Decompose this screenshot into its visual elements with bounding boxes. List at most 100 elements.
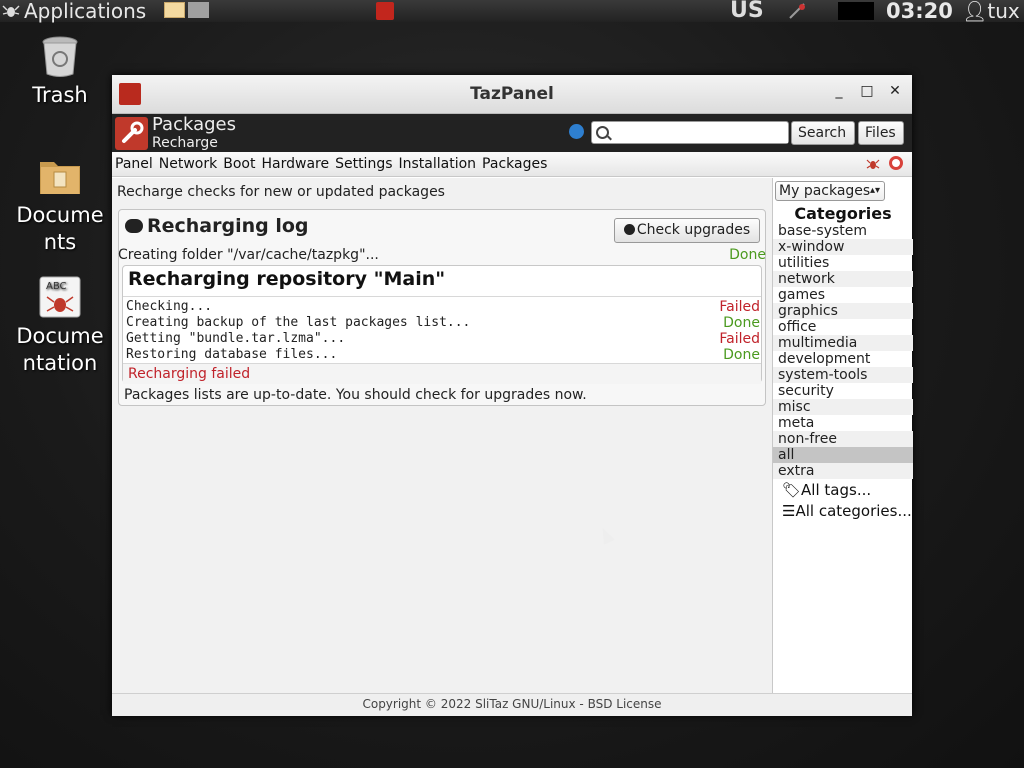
step-text: Checking... [126,299,213,314]
window-titlebar[interactable]: TazPanel _ □ ✕ [112,75,912,114]
documentation-label: Documentation [16,324,104,375]
chevron-updown-icon: ▴▾ [869,185,880,196]
recharging-log: Recharging log Check upgrades Creating f… [118,209,766,406]
spider-icon[interactable] [866,157,880,171]
categories-sidebar: My packages ▴▾ Categories base-system x-… [772,178,913,693]
step-status: Done [723,315,760,331]
package-filter-select[interactable]: My packages ▴▾ [775,181,885,201]
step-row: Getting "bundle.tar.lzma"... Failed [126,331,760,347]
repository-title: Recharging repository "Main" [128,268,446,290]
step-status: Failed [719,331,760,347]
spider-icon [2,5,20,17]
desktop-trash[interactable]: Trash [10,34,110,109]
wrench-icon [115,117,148,150]
category-item-selected[interactable]: all [773,447,913,463]
category-item[interactable]: misc [773,399,913,415]
category-item[interactable]: extra [773,463,913,479]
category-item[interactable]: non-free [773,431,913,447]
desktop-documents[interactable]: Documents [10,154,110,256]
trash-icon [38,34,82,78]
step-status: Failed [719,299,760,315]
category-item[interactable]: development [773,351,913,367]
menu-boot[interactable]: Boot [223,156,255,172]
desktop-documentation[interactable]: ABC Documentation [10,275,110,377]
network-icon[interactable] [788,2,808,20]
menu-network[interactable]: Network [159,156,217,172]
main-content: Recharge checks for new or updated packa… [112,178,772,693]
menu-bar: Panel Network Boot Hardware Settings Installa… [112,152,912,177]
category-item[interactable]: games [773,287,913,303]
search-button[interactable]: Search [791,121,855,145]
applications-menu[interactable]: Applications [2,0,146,22]
help-icon[interactable] [889,156,903,170]
applications-label: Applications [24,0,147,23]
category-item[interactable]: utilities [773,255,913,271]
keyboard-layout[interactable]: US [730,0,764,22]
category-item[interactable]: security [773,383,913,399]
category-list: base-system x-window utilities network g… [773,223,913,479]
search-input[interactable] [612,124,788,143]
all-tags-link[interactable]: 🏷︎All tags... [782,481,871,499]
clock[interactable]: 03:20 [886,0,953,22]
tazpanel-task-icon[interactable] [376,2,394,20]
files-button[interactable]: Files [858,121,904,145]
window-title: TazPanel [470,84,554,104]
close-button[interactable]: ✕ [888,83,902,99]
category-item[interactable]: meta [773,415,913,431]
header-title: Packages [152,114,236,135]
creating-folder-text: Creating folder "/var/cache/tazpkg"... [118,247,379,263]
user-indicator[interactable]: 👤︎tux [962,0,1020,22]
folder-icon [38,154,82,198]
menu-hardware[interactable]: Hardware [261,156,329,172]
user-icon: 👤︎ [962,0,988,23]
creating-folder-status: Done [729,247,766,263]
step-row: Checking... Failed [126,299,760,315]
list-icon: ☰ [782,502,796,520]
category-item[interactable]: x-window [773,239,913,255]
category-item[interactable]: multimedia [773,335,913,351]
select-value: My packages [779,183,871,199]
category-item[interactable]: office [773,319,913,335]
category-item[interactable]: system-tools [773,367,913,383]
workspace-2[interactable] [188,2,209,18]
category-item[interactable]: network [773,271,913,287]
app-header: Packages Recharge Search Files [112,114,912,152]
menu-installation[interactable]: Installation [399,156,477,172]
category-item[interactable]: base-system [773,223,913,239]
tags-icon: 🏷︎ [782,481,802,499]
documents-label: Documents [16,203,104,254]
step-text: Restoring database files... [126,347,338,362]
tray-block [838,2,874,20]
step-row: Restoring database files... Done [126,347,760,363]
tazpanel-window: TazPanel _ □ ✕ Packages Recharge Search … [112,75,913,716]
globe-icon[interactable] [569,124,584,139]
category-item[interactable]: graphics [773,303,913,319]
final-message: Packages lists are up-to-date. You shoul… [124,387,587,403]
categories-heading: Categories [794,204,892,223]
cloud-download-icon [125,219,143,233]
all-categories-link[interactable]: ☰All categories... [782,502,912,520]
log-title: Recharging log [125,215,309,237]
workspace-1[interactable] [164,2,185,18]
repository-box: Recharging repository "Main" Checking...… [122,265,762,384]
menu-panel[interactable]: Panel [115,156,153,172]
top-panel: Applications US 03:20 👤︎tux [0,0,1024,22]
step-status: Done [723,347,760,363]
menu-settings[interactable]: Settings [335,156,392,172]
window-footer: Copyright © 2022 SliTaz GNU/Linux - BSD … [112,693,912,716]
svg-text:ABC: ABC [46,281,67,292]
search-box[interactable] [591,121,789,144]
log-title-text: Recharging log [147,215,309,237]
all-tags-label: All tags... [801,481,872,499]
repository-result: Recharging failed [128,366,251,382]
workspace-pager[interactable] [164,2,212,18]
maximize-button[interactable]: □ [860,83,874,99]
menu-packages[interactable]: Packages [482,156,547,172]
repository-result-bar: Recharging failed [123,363,761,384]
minimize-button[interactable]: _ [832,83,846,99]
check-upgrades-button[interactable]: Check upgrades [614,218,760,243]
search-icon [596,126,609,139]
header-subtitle: Recharge [152,135,218,151]
user-name: tux [987,0,1020,23]
step-text: Creating backup of the last packages lis… [126,315,471,330]
